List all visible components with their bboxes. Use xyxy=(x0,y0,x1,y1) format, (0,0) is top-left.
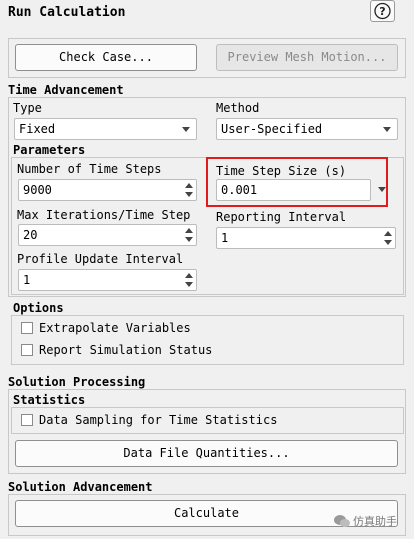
data-sampling-label: Data Sampling for Time Statistics xyxy=(39,413,278,427)
solution-processing-header: Solution Processing xyxy=(8,375,146,389)
solution-advancement-header: Solution Advancement xyxy=(8,480,153,494)
svg-text:?: ? xyxy=(379,5,385,18)
profile-update-interval-label: Profile Update Interval xyxy=(17,252,184,266)
reporting-interval-label: Reporting Interval xyxy=(216,210,347,224)
method-value: User-Specified xyxy=(221,122,323,136)
profile-update-interval-input[interactable]: 1 xyxy=(18,269,197,291)
extrapolate-variables-checkbox[interactable] xyxy=(21,322,33,334)
data-sampling-checkbox[interactable] xyxy=(21,414,33,426)
spinner-arrows-icon[interactable] xyxy=(383,229,393,248)
data-file-quantities-button[interactable]: Data File Quantities... xyxy=(15,440,398,467)
profile-update-interval-value: 1 xyxy=(23,273,31,287)
chevron-down-icon xyxy=(383,127,391,132)
parameters-header: Parameters xyxy=(13,143,86,157)
watermark: 仿真助手 xyxy=(333,512,413,530)
watermark-text: 仿真助手 xyxy=(353,515,397,528)
reporting-interval-input[interactable]: 1 xyxy=(216,227,396,249)
highlight-box xyxy=(206,157,388,207)
time-advancement-header: Time Advancement xyxy=(8,83,124,97)
number-of-time-steps-label: Number of Time Steps xyxy=(17,162,162,176)
spinner-arrows-icon[interactable] xyxy=(184,271,194,290)
max-iterations-label: Max Iterations/Time Step xyxy=(17,208,191,222)
report-simulation-status-label: Report Simulation Status xyxy=(39,343,213,357)
number-of-time-steps-input[interactable]: 9000 xyxy=(18,179,197,201)
extrapolate-variables-label: Extrapolate Variables xyxy=(39,321,191,335)
report-simulation-status-checkbox[interactable] xyxy=(21,344,33,356)
type-label: Type xyxy=(13,101,42,115)
spinner-arrows-icon[interactable] xyxy=(184,181,194,200)
options-header: Options xyxy=(13,301,64,315)
type-value: Fixed xyxy=(19,122,56,136)
help-button[interactable]: ? xyxy=(370,0,395,22)
chevron-down-icon xyxy=(182,127,190,132)
number-of-time-steps-value: 9000 xyxy=(23,183,52,197)
max-iterations-input[interactable]: 20 xyxy=(18,224,197,246)
method-label: Method xyxy=(216,101,260,115)
spinner-arrows-icon[interactable] xyxy=(184,226,194,245)
check-case-button[interactable]: Check Case... xyxy=(15,44,197,71)
type-dropdown[interactable]: Fixed xyxy=(14,118,197,140)
method-dropdown[interactable]: User-Specified xyxy=(216,118,398,140)
question-mark-icon: ? xyxy=(374,2,391,20)
max-iterations-value: 20 xyxy=(23,228,38,242)
chat-bubble-icon xyxy=(334,515,350,527)
reporting-interval-value: 1 xyxy=(221,231,229,245)
preview-mesh-motion-button[interactable]: Preview Mesh Motion... xyxy=(216,44,398,71)
panel-title: Run Calculation xyxy=(8,5,126,20)
statistics-header: Statistics xyxy=(13,393,86,407)
